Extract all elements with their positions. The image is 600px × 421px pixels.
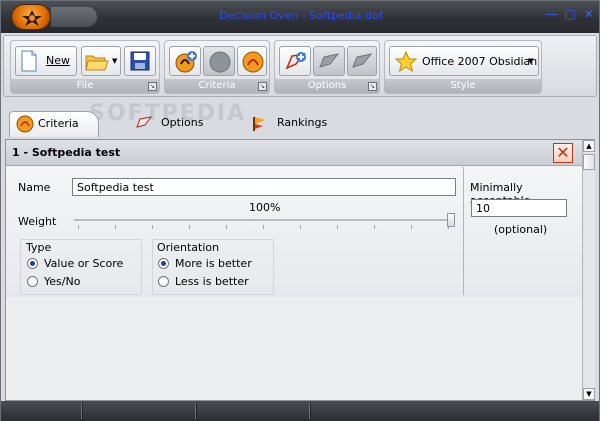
add-option-icon: [285, 52, 306, 70]
remove-option-icon: [319, 53, 340, 68]
title-bar: Decision Oven - Softpedia.dof — □ ✕: [1, 1, 599, 33]
minimize-button[interactable]: —: [543, 8, 559, 22]
save-icon: [130, 51, 150, 71]
style-dropdown[interactable]: Office 2007 Obsidian ▼: [389, 46, 539, 76]
type-option-value-or-score: Value or Score: [44, 257, 124, 270]
tab-criteria-label: Criteria: [38, 117, 79, 130]
add-criterion-icon: [175, 51, 197, 73]
tab-strip: Criteria Options Rankings: [3, 105, 597, 139]
ribbon-group-criteria: Criteria ↘: [164, 40, 270, 94]
name-field[interactable]: [72, 178, 456, 196]
weight-value: 100%: [249, 201, 281, 214]
weight-slider-thumb[interactable]: [447, 213, 455, 227]
orientation-label: Orientation: [157, 241, 220, 254]
save-button[interactable]: [124, 46, 156, 76]
style-group-label: Style: [385, 79, 541, 93]
criterion-header: 1 - Softpedia test ✕: [6, 140, 582, 166]
remove-option-button[interactable]: [313, 46, 345, 76]
maximize-button[interactable]: □: [562, 8, 578, 22]
criterion-form: Name 100% Weight Type Value or Score Yes…: [6, 167, 582, 297]
edit-option-icon: [352, 53, 373, 68]
window-title: Decision Oven - Softpedia.dof: [219, 9, 383, 22]
add-criterion-button[interactable]: [169, 46, 201, 76]
folder-icon: [85, 55, 109, 71]
chevron-down-icon: ▼: [528, 57, 534, 65]
ribbon-group-file: New ▼ File ↘: [10, 40, 160, 94]
radio-value-or-score[interactable]: [27, 258, 38, 269]
name-label: Name: [18, 181, 51, 194]
criterion-panel: 1 - Softpedia test ✕ ▲ ▼ Name 100% Weigh…: [5, 139, 595, 401]
dialog-launcher-icon[interactable]: ↘: [368, 82, 377, 91]
options-group-label: Options ↘: [275, 79, 379, 93]
min-acceptable-hint: (optional): [494, 223, 548, 236]
close-icon[interactable]: ✕: [553, 143, 573, 163]
type-label: Type: [26, 241, 52, 254]
new-button[interactable]: New: [15, 46, 77, 76]
new-label: New: [46, 54, 70, 67]
style-selected-value: Office 2007 Obsidian: [422, 55, 538, 68]
criteria-icon: [16, 115, 34, 133]
edit-criterion-button[interactable]: [237, 46, 267, 76]
ribbon: New ▼ File ↘ Criteria ↘ Options ↘ Office…: [3, 35, 597, 97]
weight-label: Weight: [18, 215, 57, 228]
min-acceptable-field[interactable]: [471, 199, 567, 217]
weight-slider-track[interactable]: [74, 219, 454, 221]
tab-rankings-label: Rankings: [277, 116, 328, 129]
scroll-down-icon[interactable]: ▼: [583, 388, 595, 400]
radio-less-is-better[interactable]: [158, 276, 169, 287]
add-option-button[interactable]: [279, 46, 311, 76]
tab-criteria[interactable]: Criteria: [9, 111, 99, 137]
options-icon: [136, 116, 153, 128]
new-document-icon: [21, 50, 37, 72]
chevron-down-icon: ▼: [112, 57, 118, 65]
radio-yes-no[interactable]: [27, 276, 38, 287]
ribbon-group-style: Office 2007 Obsidian ▼ Style: [384, 40, 542, 94]
type-option-yes-no: Yes/No: [44, 275, 81, 288]
tab-options[interactable]: Options: [131, 111, 221, 137]
criterion-header-title: 1 - Softpedia test: [12, 146, 121, 159]
dialog-launcher-icon[interactable]: ↘: [148, 82, 157, 91]
orientation-option-more-is-better: More is better: [175, 257, 252, 270]
criteria-group-label: Criteria ↘: [165, 79, 269, 93]
file-group-label: File ↘: [11, 79, 159, 93]
orientation-option-less-is-better: Less is better: [175, 275, 249, 288]
radio-more-is-better[interactable]: [158, 258, 169, 269]
remove-criterion-icon: [209, 51, 231, 73]
ribbon-group-options: Options ↘: [274, 40, 380, 94]
vertical-scrollbar[interactable]: ▲ ▼: [582, 140, 595, 400]
remove-criterion-button[interactable]: [203, 46, 235, 76]
form-divider: [463, 167, 464, 295]
status-bar: [1, 401, 599, 421]
star-icon: [394, 50, 418, 73]
open-button[interactable]: ▼: [81, 46, 121, 76]
rankings-icon: [253, 117, 265, 131]
scroll-thumb[interactable]: [583, 154, 595, 170]
app-window: Decision Oven - Softpedia.dof — □ ✕ New …: [0, 0, 600, 421]
tab-options-label: Options: [161, 116, 204, 129]
criterion-icon: [242, 51, 264, 73]
scroll-up-icon[interactable]: ▲: [583, 140, 595, 152]
dialog-launcher-icon[interactable]: ↘: [258, 82, 267, 91]
tab-rankings[interactable]: Rankings: [247, 111, 347, 137]
edit-option-button[interactable]: [347, 46, 377, 76]
close-window-button[interactable]: ✕: [581, 8, 597, 22]
